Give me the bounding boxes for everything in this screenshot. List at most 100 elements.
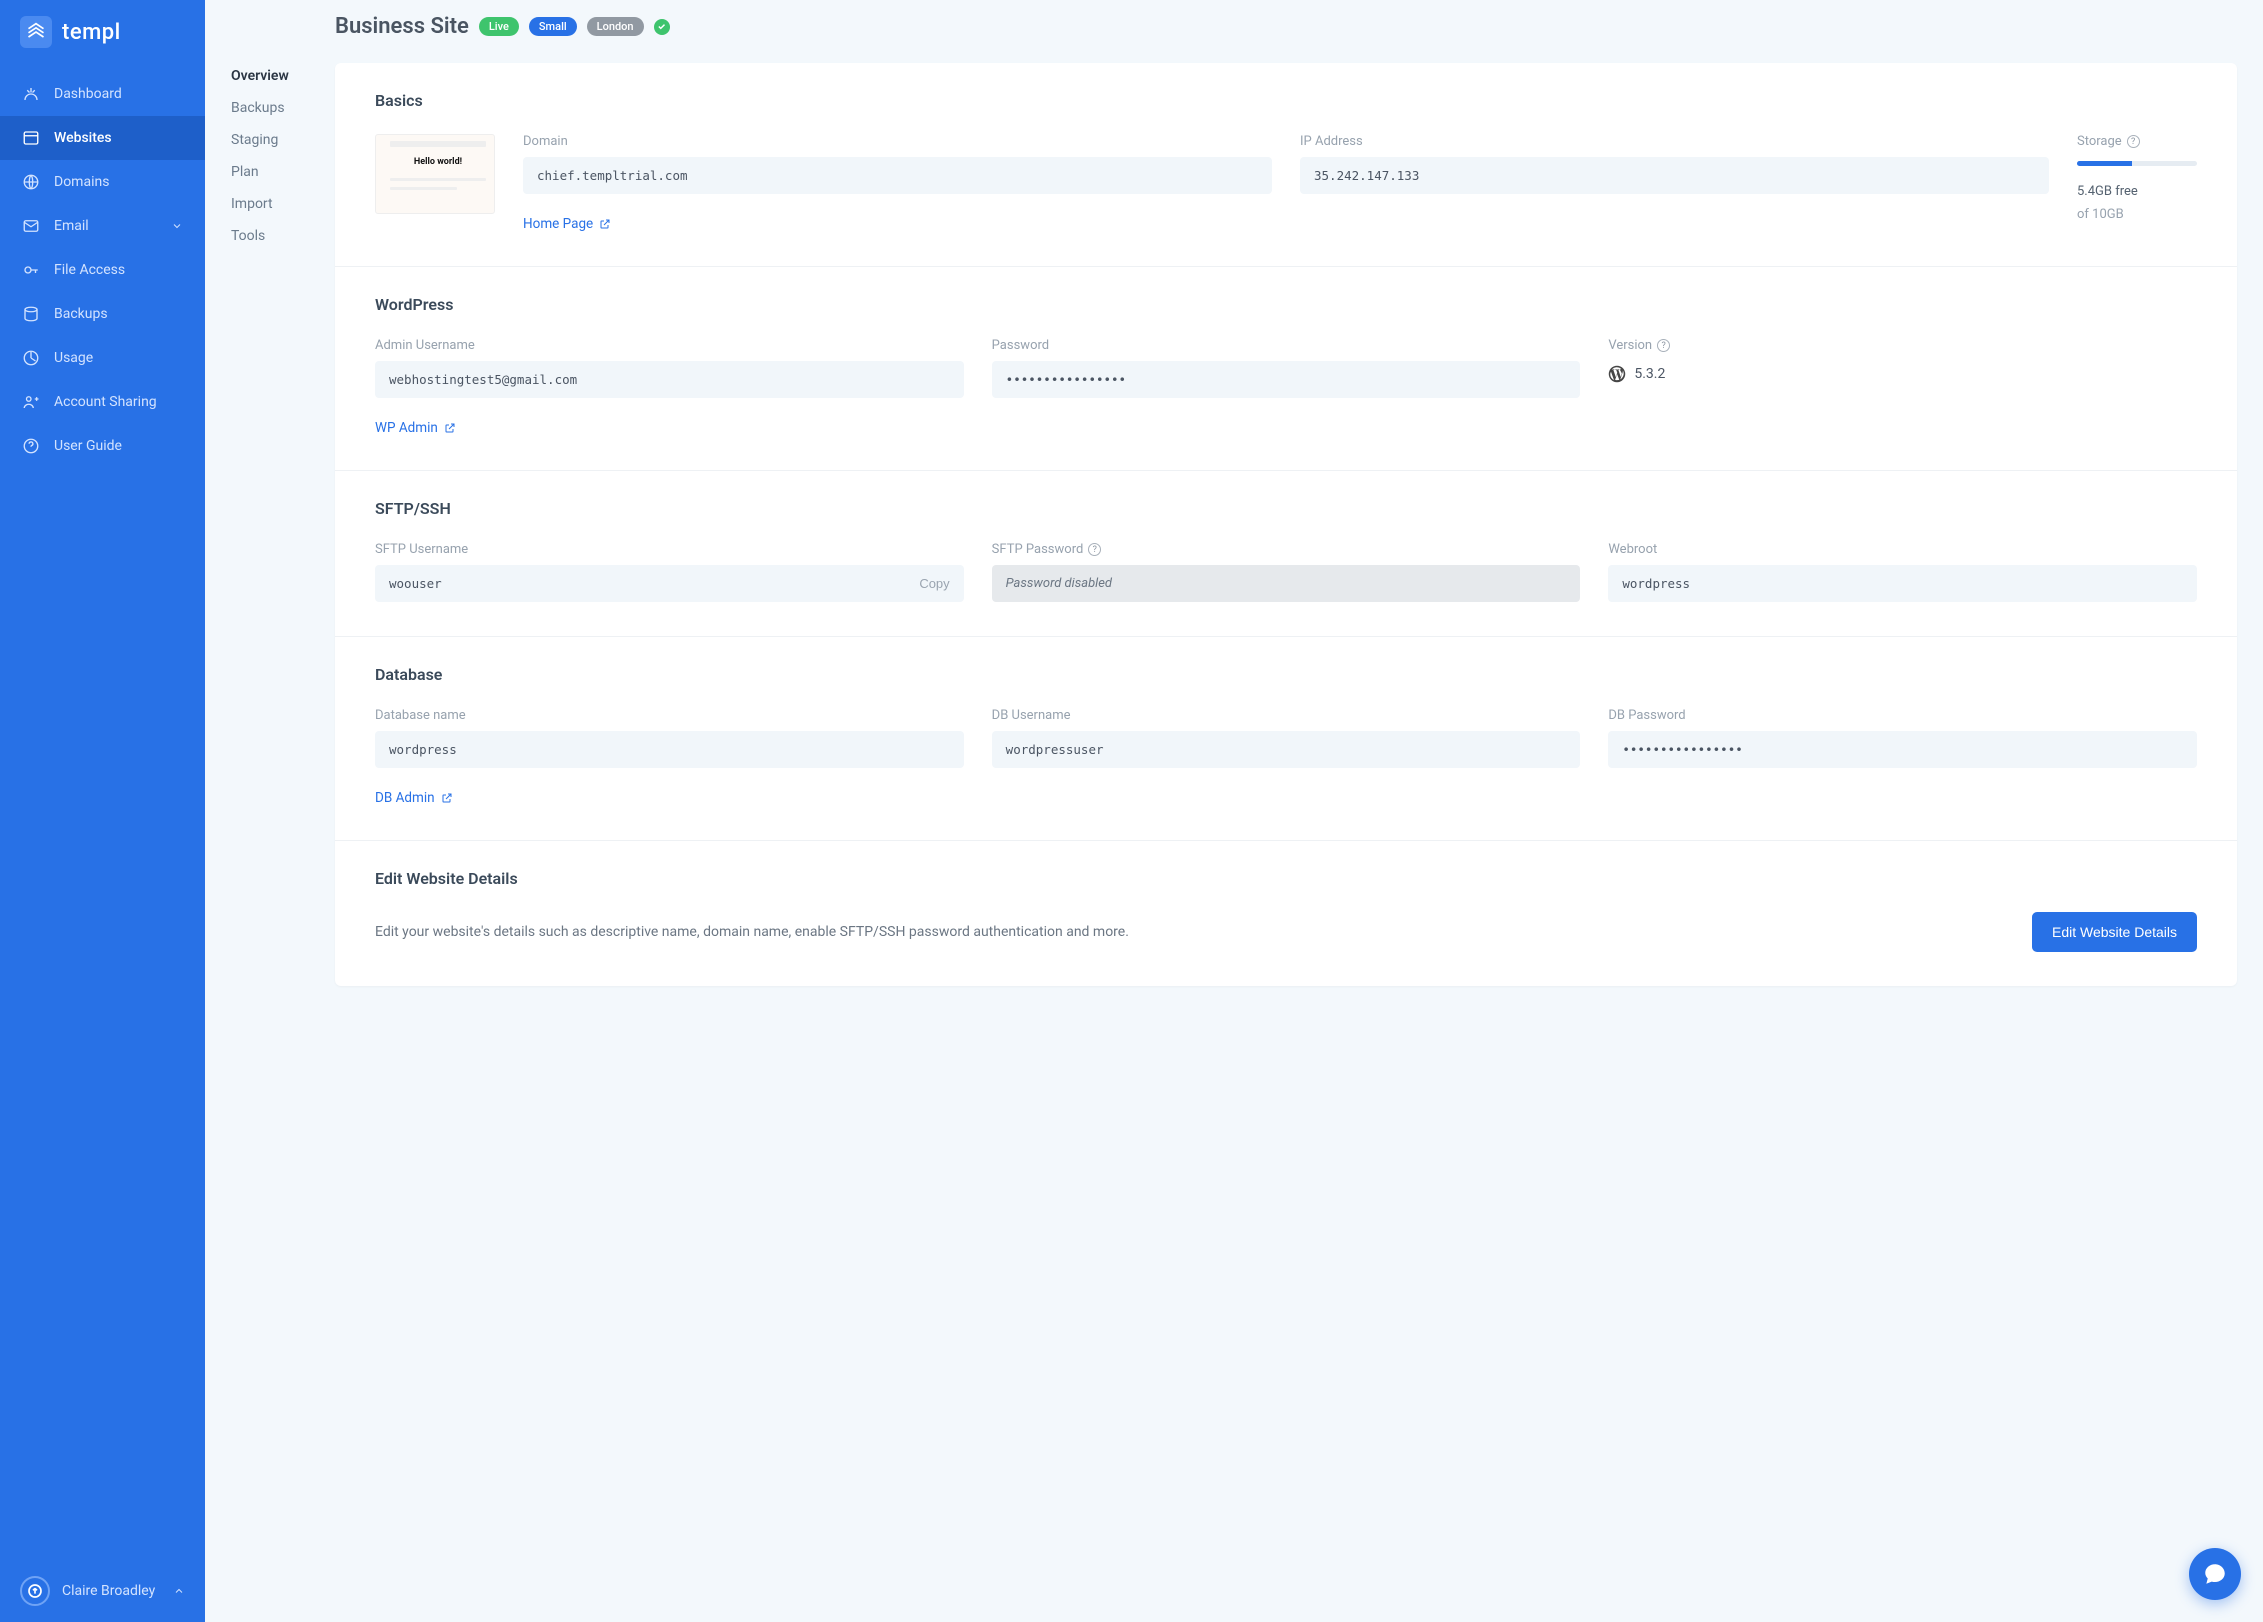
external-link-icon — [444, 422, 456, 434]
sidebar: templ Dashboard Websites Domains Email — [0, 0, 205, 1622]
webroot-label: Webroot — [1608, 542, 2197, 557]
logo[interactable]: templ — [0, 0, 205, 72]
wordpress-icon — [1608, 365, 1626, 383]
storage-label: Storage ? — [2077, 134, 2197, 149]
edit-website-button[interactable]: Edit Website Details — [2032, 912, 2197, 952]
chevron-up-icon — [173, 1585, 185, 1597]
site-thumbnail[interactable]: Hello world! — [375, 134, 495, 214]
storage-progress — [2077, 161, 2197, 166]
sidebar-item-account-sharing[interactable]: Account Sharing — [0, 380, 205, 424]
status-ok-icon — [654, 19, 670, 35]
storage-of: of 10GB — [2077, 207, 2197, 222]
domains-icon — [22, 173, 40, 191]
sftp-user-value[interactable]: woouser Copy — [375, 565, 964, 602]
wp-admin-link[interactable]: WP Admin — [375, 420, 964, 436]
external-link-icon — [599, 218, 611, 230]
email-icon — [22, 217, 40, 235]
page-title: Business Site — [335, 14, 469, 39]
badge-size: Small — [529, 17, 577, 36]
sidebar-item-email[interactable]: Email — [0, 204, 205, 248]
section-title: SFTP/SSH — [375, 499, 2197, 518]
logo-icon — [20, 16, 52, 48]
sidebar-item-file-access[interactable]: File Access — [0, 248, 205, 292]
db-user-value[interactable]: wordpressuser — [992, 731, 1581, 768]
section-database: Database Database name wordpress DB Admi… — [335, 637, 2237, 841]
domain-label: Domain — [523, 134, 1272, 149]
badge-live: Live — [479, 17, 519, 36]
nav-label: Usage — [54, 350, 93, 366]
user-menu[interactable]: Claire Broadley — [0, 1560, 205, 1622]
help-icon[interactable]: ? — [1088, 543, 1101, 556]
chevron-down-icon — [171, 220, 183, 232]
db-password-label: DB Password — [1608, 708, 2197, 723]
key-icon — [22, 261, 40, 279]
avatar-icon — [20, 1576, 50, 1606]
chat-launcher[interactable] — [2189, 1548, 2241, 1600]
sidebar-item-usage[interactable]: Usage — [0, 336, 205, 380]
db-admin-link[interactable]: DB Admin — [375, 790, 964, 806]
nav-label: Email — [54, 218, 89, 234]
dashboard-icon — [22, 85, 40, 103]
sidebar-item-dashboard[interactable]: Dashboard — [0, 72, 205, 116]
ip-value[interactable]: 35.242.147.133 — [1300, 157, 2049, 194]
wp-password-value[interactable]: •••••••••••••••• — [992, 361, 1581, 398]
nav-label: Account Sharing — [54, 394, 157, 410]
sftp-user-label: SFTP Username — [375, 542, 964, 557]
wp-password-label: Password — [992, 338, 1581, 353]
websites-icon — [22, 129, 40, 147]
version-label: Version ? — [1608, 338, 2197, 353]
chat-icon — [2202, 1561, 2228, 1587]
badge-region: London — [587, 17, 644, 36]
section-title: Edit Website Details — [375, 869, 2197, 888]
section-wordpress: WordPress Admin Username webhostingtest5… — [335, 267, 2237, 471]
ip-label: IP Address — [1300, 134, 2049, 149]
sftp-password-label: SFTP Password ? — [992, 542, 1581, 557]
main: Business Site Live Small London Basics H… — [335, 0, 2263, 1622]
help-icon[interactable]: ? — [2127, 135, 2140, 148]
subnav-backups[interactable]: Backups — [231, 92, 335, 124]
sidebar-item-domains[interactable]: Domains — [0, 160, 205, 204]
sftp-password-value: Password disabled — [992, 565, 1581, 602]
sidebar-item-backups[interactable]: Backups — [0, 292, 205, 336]
home-page-link[interactable]: Home Page — [523, 216, 1272, 232]
nav-label: Backups — [54, 306, 108, 322]
sidebar-item-websites[interactable]: Websites — [0, 116, 205, 160]
section-basics: Basics Hello world! Dom — [335, 63, 2237, 267]
nav-label: Dashboard — [54, 86, 122, 102]
help-icon — [22, 437, 40, 455]
usage-icon — [22, 349, 40, 367]
webroot-value[interactable]: wordpress — [1608, 565, 2197, 602]
subnav-import[interactable]: Import — [231, 188, 335, 220]
backups-icon — [22, 305, 40, 323]
user-name: Claire Broadley — [62, 1583, 155, 1599]
subnav-plan[interactable]: Plan — [231, 156, 335, 188]
nav-label: Domains — [54, 174, 109, 190]
subnav-staging[interactable]: Staging — [231, 124, 335, 156]
logo-text: templ — [62, 20, 121, 45]
help-icon[interactable]: ? — [1657, 339, 1670, 352]
domain-value[interactable]: chief.templtrial.com — [523, 157, 1272, 194]
copy-button[interactable]: Copy — [919, 576, 949, 591]
db-name-label: Database name — [375, 708, 964, 723]
section-sftp: SFTP/SSH SFTP Username woouser Copy SFTP… — [335, 471, 2237, 637]
section-title: Basics — [375, 91, 2197, 110]
nav-label: Websites — [54, 130, 112, 146]
subnav-tools[interactable]: Tools — [231, 220, 335, 252]
nav-label: User Guide — [54, 438, 122, 454]
section-title: Database — [375, 665, 2197, 684]
nav-label: File Access — [54, 262, 125, 278]
subnav-overview[interactable]: Overview — [231, 60, 335, 92]
section-title: WordPress — [375, 295, 2197, 314]
admin-user-value[interactable]: webhostingtest5@gmail.com — [375, 361, 964, 398]
db-user-label: DB Username — [992, 708, 1581, 723]
subnav: Overview Backups Staging Plan Import Too… — [205, 0, 335, 252]
external-link-icon — [441, 792, 453, 804]
admin-user-label: Admin Username — [375, 338, 964, 353]
account-sharing-icon — [22, 393, 40, 411]
edit-description: Edit your website's details such as desc… — [375, 922, 2002, 943]
sidebar-item-user-guide[interactable]: User Guide — [0, 424, 205, 468]
db-name-value[interactable]: wordpress — [375, 731, 964, 768]
db-password-value[interactable]: •••••••••••••••• — [1608, 731, 2197, 768]
storage-free: 5.4GB free — [2077, 184, 2197, 199]
version-value: 5.3.2 — [1608, 365, 2197, 383]
